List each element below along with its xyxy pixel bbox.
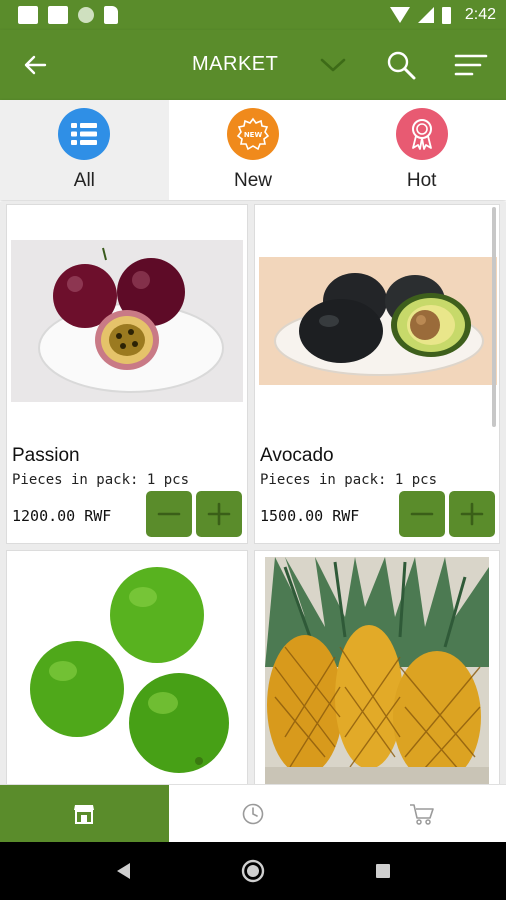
notification-icon [18, 6, 38, 24]
product-name: Passion [12, 445, 80, 466]
product-price: 1200.00 RWF [12, 507, 112, 525]
product-card-limes[interactable] [6, 550, 248, 784]
decrease-quantity-button[interactable] [146, 491, 192, 537]
chevron-down-icon [320, 58, 346, 72]
nav-history[interactable] [169, 785, 338, 842]
increase-quantity-button[interactable] [449, 491, 495, 537]
product-pack-info: Pieces in pack: 1 pcs [260, 472, 438, 488]
product-grid[interactable]: Passion Pieces in pack: 1 pcs 1200.00 RW… [0, 202, 506, 784]
nav-store[interactable] [0, 785, 169, 842]
cart-icon [409, 803, 434, 825]
battery-icon [441, 6, 451, 24]
tab-label: New [234, 170, 273, 191]
product-image-passion-fruit [11, 240, 243, 402]
status-bar: 2:42 [0, 0, 506, 30]
tab-hot[interactable]: Hot [337, 100, 506, 200]
history-clock-icon [242, 803, 264, 824]
minus-icon [157, 512, 181, 516]
scrollbar-thumb[interactable] [492, 207, 496, 427]
svg-text:NEW: NEW [244, 131, 263, 139]
back-button[interactable] [18, 50, 52, 80]
search-button[interactable] [384, 48, 418, 82]
page-title: MARKET [192, 53, 279, 75]
system-back-icon[interactable] [114, 861, 132, 881]
system-navigation-bar [0, 842, 506, 900]
product-card-pineapples[interactable] [254, 550, 500, 784]
sd-card-icon [104, 6, 118, 24]
nav-cart[interactable] [337, 785, 506, 842]
signal-icon [417, 7, 434, 23]
decrease-quantity-button[interactable] [399, 491, 445, 537]
wifi-icon [389, 7, 410, 23]
system-home-icon[interactable] [240, 858, 266, 884]
product-price: 1500.00 RWF [260, 507, 360, 525]
new-badge-icon: NEW [227, 108, 279, 160]
arrow-left-icon [24, 55, 47, 75]
sort-lines-icon [454, 54, 488, 76]
notification-dot-icon [78, 7, 94, 23]
product-card-passion[interactable]: Passion Pieces in pack: 1 pcs 1200.00 RW… [6, 204, 248, 544]
system-recents-icon[interactable] [374, 862, 392, 880]
status-time: 2:42 [464, 6, 496, 23]
product-card-avocado[interactable]: Avocado Pieces in pack: 1 pcs 1500.00 RW… [254, 204, 500, 544]
app-bar: MARKET [0, 30, 506, 100]
plus-icon [207, 502, 231, 526]
award-ribbon-icon [395, 108, 448, 160]
tab-new[interactable]: NEW New [169, 100, 338, 200]
store-icon [74, 804, 95, 824]
product-pack-info: Pieces in pack: 1 pcs [12, 472, 190, 488]
notification-icon [48, 6, 68, 24]
increase-quantity-button[interactable] [196, 491, 242, 537]
tab-label: All [73, 170, 95, 191]
product-image-limes [11, 557, 243, 784]
list-icon [58, 108, 111, 160]
market-dropdown-button[interactable] [316, 50, 350, 80]
product-image-avocado [259, 257, 497, 385]
tab-all[interactable]: All [0, 100, 169, 200]
bottom-navigation [0, 784, 506, 842]
search-icon [387, 51, 416, 80]
filter-tabs: All NEW New Hot [0, 100, 506, 200]
sort-menu-button[interactable] [452, 50, 490, 80]
tab-label: Hot [406, 170, 437, 191]
product-name: Avocado [260, 445, 334, 466]
plus-icon [460, 502, 484, 526]
minus-icon [410, 512, 434, 516]
product-image-pineapples [265, 557, 489, 784]
